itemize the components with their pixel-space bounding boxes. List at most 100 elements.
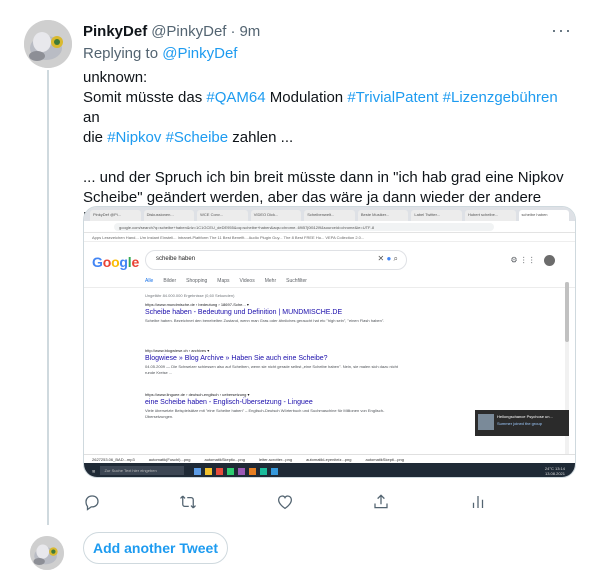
add-another-tweet-button[interactable]: Add another Tweet — [83, 532, 228, 564]
windows-start-icon: ⊞ — [92, 468, 96, 474]
mic-icon: ● — [386, 254, 392, 263]
notification-thumbnail — [478, 414, 494, 430]
download-item: leiter-scrotter...png — [258, 457, 293, 462]
notification-title: Hellongschance Psychose un... — [497, 414, 553, 419]
browser-tab: Hubert scheibe... — [464, 210, 516, 221]
taskbar-search: Zur Suche Text hier eingeben — [100, 466, 185, 475]
attached-screenshot[interactable]: PinkyDef @Pi... Diskussionen... WCE Conv..… — [83, 206, 576, 478]
search-tab: Videos — [239, 278, 255, 284]
result-snippet: Scheibe haben. Bezeichnet den benebelten… — [145, 318, 385, 323]
browser-tab: Diskussionen... — [143, 210, 195, 221]
tweet-line: Somit müsste das #QAM64 Modulation #Triv… — [83, 88, 578, 128]
clock-date: 13.08.2021 — [544, 471, 565, 476]
download-item: 2627253.06_BAD...mp3 — [92, 457, 135, 462]
result-count: Ungefähr 84.000.000 Ergebnisse (0,60 Sek… — [145, 293, 235, 298]
more-options-icon[interactable]: ··· — [551, 20, 572, 41]
tweet-text-segment: unknown: — [83, 69, 148, 86]
tweet-text-segment: ... und der Spruch ich bin breit müsste … — [83, 169, 564, 186]
taskbar-clock: 24°C 13:14 13.08.2021 — [545, 466, 565, 476]
compose-avatar[interactable] — [30, 536, 64, 570]
browser-tab: PinkyDef @Pi... — [90, 210, 141, 221]
search-tab: Maps — [217, 278, 230, 284]
browser-tab: scheibe haben — [518, 210, 570, 221]
retweet-icon[interactable] — [176, 490, 200, 514]
reply-icon[interactable] — [80, 490, 104, 514]
thread-line — [47, 70, 49, 525]
download-item: automatik(Fuschl)...png — [148, 457, 191, 462]
result-title: Blogwiese » Blog Archive » Haben Sie auc… — [145, 355, 328, 362]
replying-to-handle[interactable]: @PinkyDef — [162, 45, 237, 62]
heart-icon[interactable] — [273, 490, 297, 514]
replying-to-label: Replying to — [83, 45, 159, 62]
search-result: https://www.mundmische.de › bedeutung › … — [145, 302, 400, 324]
tweet-line: ... und der Spruch ich bin breit müsste … — [83, 168, 578, 188]
downloads-bar: 2627253.06_BAD...mp3 automatik(Fuschl)...… — [84, 454, 575, 463]
search-tab: Shopping — [186, 278, 208, 284]
analytics-icon[interactable] — [466, 490, 490, 514]
replying-to: Replying to @PinkyDef — [83, 44, 578, 64]
tweet-actions — [83, 490, 578, 514]
search-tab: Suchfilter — [286, 278, 307, 284]
download-item: automatikSkepti...png — [365, 457, 404, 462]
hashtag-link[interactable]: #TrivialPatent — [347, 89, 438, 106]
browser-tab: Beste Musiker... — [357, 210, 409, 221]
browser-tab: Label Twitter... — [411, 210, 462, 221]
browser-tab-bar: PinkyDef @Pi... Diskussionen... WCE Conv..… — [84, 207, 575, 221]
chat-notification: Hellongschance Psychose un... Summer joi… — [475, 410, 569, 436]
search-result: http://www.blogwiese.ch › archives ▾ Blog… — [145, 348, 400, 376]
google-logo: Google — [92, 254, 140, 270]
separator-dot: · — [230, 23, 236, 40]
result-url: https://www.mundmische.de › bedeutung › … — [145, 302, 249, 307]
avatar-image — [24, 20, 72, 68]
tweet-line: Scheibe" geändert werden, aber das wäre … — [83, 188, 578, 208]
search-tab: Mehr — [264, 278, 277, 284]
account-icon — [544, 255, 555, 266]
download-item: automatikLeyeniteiz...png — [306, 457, 352, 462]
hashtag-link[interactable]: #Nipkov — [107, 129, 161, 146]
apps-grid-icon: ⋮⋮ — [519, 255, 536, 265]
tweet-text-segment: die — [83, 129, 108, 146]
page-scrollbar — [565, 282, 569, 477]
tweet-text-segment: Somit müsste das — [83, 89, 207, 106]
search-tab: Bilder — [163, 278, 177, 284]
result-url: http://www.blogwiese.ch › archives ▾ — [145, 348, 210, 353]
browser-tab: VIDEO Dick... — [250, 210, 302, 221]
result-snippet: Viele übersetzte Beispielsätze mit "eine… — [145, 408, 385, 419]
tweet: PinkyDef @PinkyDef · 9m ··· Replying to … — [83, 20, 578, 511]
search-box-icons: ✕ ● ⌕ — [377, 254, 399, 263]
avatar[interactable] — [24, 20, 72, 68]
tweet-line: die #Nipkov #Scheibe zahlen ... — [83, 128, 578, 148]
tweet-text-segment: Scheibe" geändert werden, aber das wäre … — [83, 189, 542, 206]
google-top-icons: ⚙ ⋮⋮ — [510, 255, 555, 266]
settings-icon: ⚙ — [510, 255, 518, 265]
download-item: automatikSkeptic...png — [204, 457, 245, 462]
tweet-text-segment: zahlen ... — [228, 129, 294, 146]
hashtag-link[interactable]: #Scheibe — [166, 129, 229, 146]
browser-tab: WCE Conv... — [197, 210, 248, 221]
hashtag-link[interactable]: #QAM64 — [206, 89, 265, 106]
display-name[interactable]: PinkyDef — [83, 22, 147, 42]
tweet-line: unknown: — [83, 68, 578, 88]
address-field: google.com/search?q=scheibe+haben&rlz=1C… — [114, 223, 494, 231]
scrollbar-thumb — [565, 282, 569, 342]
divider — [84, 287, 575, 288]
bookmarks-bar: Apps Lesezeichen Hand... Um Instant Eins… — [84, 233, 575, 242]
browser-address-bar: google.com/search?q=scheibe+haben&rlz=1C… — [84, 221, 575, 233]
hashtag-link[interactable]: #Lizenzgebühren — [443, 89, 558, 106]
google-search-query: scheibe haben — [156, 256, 196, 262]
search-icon: ⌕ — [393, 254, 398, 263]
tweet-text: unknown: Somit müsste das #QAM64 Modulati… — [83, 68, 578, 228]
tweet-text-segment: Modulation — [265, 89, 348, 106]
share-icon[interactable] — [369, 490, 393, 514]
browser-tab: Scheibenwelt... — [304, 210, 355, 221]
result-title: eine Scheibe haben - Englisch-Übersetzun… — [145, 399, 313, 406]
notification-subtitle: Summer joined the group — [497, 421, 542, 426]
timestamp[interactable]: 9m — [239, 22, 260, 42]
search-tab: Alle — [145, 278, 154, 284]
tweet-header: PinkyDef @PinkyDef · 9m — [83, 22, 578, 42]
search-result: https://www.linguee.de › deutsch-englisc… — [145, 392, 400, 420]
result-title: Scheibe haben - Bedeutung und Definition… — [145, 309, 343, 316]
user-handle[interactable]: @PinkyDef — [151, 22, 226, 42]
tweet-text-segment: an — [83, 109, 100, 126]
